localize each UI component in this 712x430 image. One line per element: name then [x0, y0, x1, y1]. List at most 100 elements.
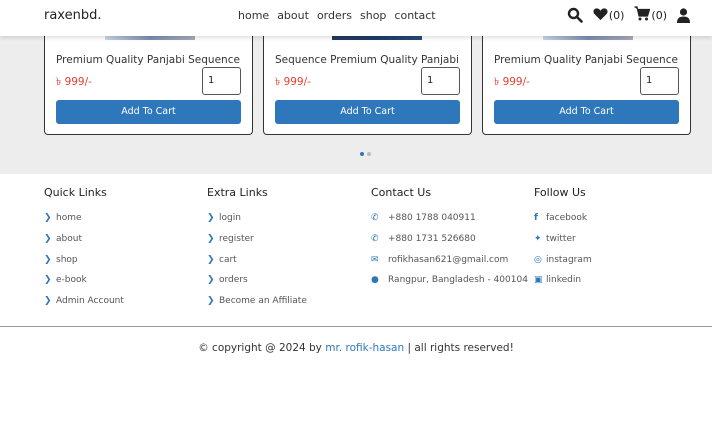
product-price: ৳ 999/- — [56, 76, 92, 88]
footer-link[interactable]: ❯ cart — [207, 249, 307, 270]
map-marker-icon: ● — [371, 275, 379, 286]
footer: Quick Links ❯ home ❯ about ❯ shop ❯ e-book ❯… — [0, 174, 712, 326]
contact-section: Contact Us ✆ +880 1788 040911 ✆ +880 1731 … — [371, 186, 528, 291]
product-image[interactable] — [332, 36, 422, 40]
contact-title: Contact Us — [371, 186, 432, 199]
quantity-input[interactable]: 1 — [640, 67, 679, 95]
copyright-prefix: © copyright @ 2024 by — [198, 342, 326, 354]
logo[interactable]: raxenbd. — [44, 8, 101, 23]
contact-label: rofikhasan621@gmail.com — [388, 254, 509, 265]
footer-link-label: register — [219, 234, 254, 245]
contact-phone[interactable]: ✆ +880 1731 526680 — [371, 229, 528, 250]
quick-links-section: Quick Links ❯ home ❯ about ❯ shop ❯ e-book ❯… — [44, 186, 124, 311]
footer-link-label: login — [219, 213, 241, 224]
user-icon[interactable] — [677, 7, 690, 23]
footer-divider — [0, 326, 712, 327]
nav-shop[interactable]: shop — [360, 9, 386, 22]
nav-orders[interactable]: orders — [317, 9, 352, 22]
envelope-icon: ✉ — [371, 254, 379, 265]
quantity-input[interactable]: 1 — [421, 67, 460, 95]
social-link[interactable]: ▣ linkedin — [534, 270, 592, 291]
nav-home[interactable]: home — [238, 9, 269, 22]
footer-link-label: Admin Account — [56, 296, 124, 307]
product-card: Premium Quality Panjabi Sequence ৳ 999/-… — [482, 36, 691, 135]
social-label: facebook — [546, 213, 588, 224]
contact-address[interactable]: ● Rangpur, Bangladesh - 400104 — [371, 270, 528, 291]
instagram-icon: ◎ — [534, 254, 542, 265]
product-card: Sequence Premium Quality Panjabi ৳ 999/-… — [263, 36, 472, 135]
footer-link[interactable]: ❯ Admin Account — [44, 291, 124, 312]
follow-title: Follow Us — [534, 186, 586, 199]
quick-links-title: Quick Links — [44, 186, 107, 199]
contact-label: Rangpur, Bangladesh - 400104 — [388, 275, 528, 286]
footer-link[interactable]: ❯ login — [207, 208, 307, 229]
add-to-cart-button[interactable]: Add To Cart — [56, 100, 241, 124]
slider-pagination — [360, 152, 371, 156]
product-card: Premium Quality Panjabi Sequence ৳ 999/-… — [44, 36, 253, 135]
footer-link[interactable]: ❯ Become an Affiliate — [207, 291, 307, 312]
contact-phone[interactable]: ✆ +880 1788 040911 — [371, 208, 528, 229]
product-name: Premium Quality Panjabi Sequence — [56, 54, 240, 66]
chevron-right-icon: ❯ — [207, 213, 215, 224]
social-label: twitter — [546, 234, 576, 245]
nav-about[interactable]: about — [277, 9, 309, 22]
product-image[interactable] — [543, 36, 633, 40]
chevron-right-icon: ❯ — [44, 254, 52, 265]
chevron-right-icon: ❯ — [44, 234, 52, 245]
social-link[interactable]: ✦ twitter — [534, 229, 592, 250]
product-price: ৳ 999/- — [494, 76, 530, 88]
chevron-right-icon: ❯ — [207, 275, 215, 286]
phone-icon: ✆ — [371, 234, 379, 245]
product-name: Premium Quality Panjabi Sequence — [494, 54, 678, 66]
add-to-cart-button[interactable]: Add To Cart — [494, 100, 679, 124]
footer-link[interactable]: ❯ register — [207, 229, 307, 250]
contact-label: +880 1731 526680 — [388, 234, 476, 245]
wishlist-link[interactable]: (0) — [593, 7, 624, 24]
chevron-right-icon: ❯ — [44, 213, 52, 224]
author-link[interactable]: mr. rofik-hasan — [325, 342, 404, 354]
search-icon[interactable] — [567, 7, 583, 23]
twitter-icon: ✦ — [534, 234, 542, 245]
product-image[interactable] — [105, 36, 195, 40]
social-label: instagram — [546, 254, 592, 265]
follow-section: Follow Us f facebook ✦ twitter ◎ instagram … — [534, 186, 592, 291]
chevron-right-icon: ❯ — [44, 275, 52, 286]
footer-link[interactable]: ❯ orders — [207, 270, 307, 291]
chevron-right-icon: ❯ — [44, 296, 52, 307]
phone-icon: ✆ — [371, 213, 379, 224]
social-label: linkedin — [546, 275, 582, 286]
footer-link[interactable]: ❯ shop — [44, 249, 124, 270]
chevron-right-icon: ❯ — [207, 234, 215, 245]
footer-link[interactable]: ❯ e-book — [44, 270, 124, 291]
chevron-right-icon: ❯ — [207, 254, 215, 265]
copyright: © copyright @ 2024 by mr. rofik-hasan | … — [0, 342, 712, 354]
pagination-dot-active[interactable] — [360, 152, 364, 156]
footer-link-label: cart — [219, 254, 237, 265]
product-price: ৳ 999/- — [275, 76, 311, 88]
footer-link-label: home — [56, 213, 82, 224]
cart-count: (0) — [651, 8, 667, 22]
social-link[interactable]: ◎ instagram — [534, 249, 592, 270]
nav-contact[interactable]: contact — [394, 9, 435, 22]
linkedin-icon: ▣ — [534, 275, 543, 286]
cart-icon — [634, 6, 651, 24]
facebook-icon: f — [534, 213, 538, 224]
header: raxenbd. home about orders shop contact … — [0, 0, 712, 36]
product-name: Sequence Premium Quality Panjabi — [275, 54, 459, 66]
footer-link-label: about — [56, 234, 82, 245]
cart-link[interactable]: (0) — [634, 6, 667, 24]
footer-link-label: Become an Affiliate — [219, 296, 307, 307]
footer-link-label: orders — [219, 275, 248, 286]
social-link[interactable]: f facebook — [534, 208, 592, 229]
copyright-suffix: | all rights reserved! — [404, 342, 514, 354]
add-to-cart-button[interactable]: Add To Cart — [275, 100, 460, 124]
header-icons: (0) (0) — [567, 6, 690, 24]
footer-link[interactable]: ❯ home — [44, 208, 124, 229]
extra-links-title: Extra Links — [207, 186, 268, 199]
pagination-dot[interactable] — [367, 152, 371, 156]
quantity-input[interactable]: 1 — [202, 67, 241, 95]
main-nav: home about orders shop contact — [238, 9, 436, 22]
footer-link[interactable]: ❯ about — [44, 229, 124, 250]
product-slider: Premium Quality Panjabi Sequence ৳ 999/-… — [0, 36, 712, 174]
contact-email[interactable]: ✉ rofikhasan621@gmail.com — [371, 249, 528, 270]
